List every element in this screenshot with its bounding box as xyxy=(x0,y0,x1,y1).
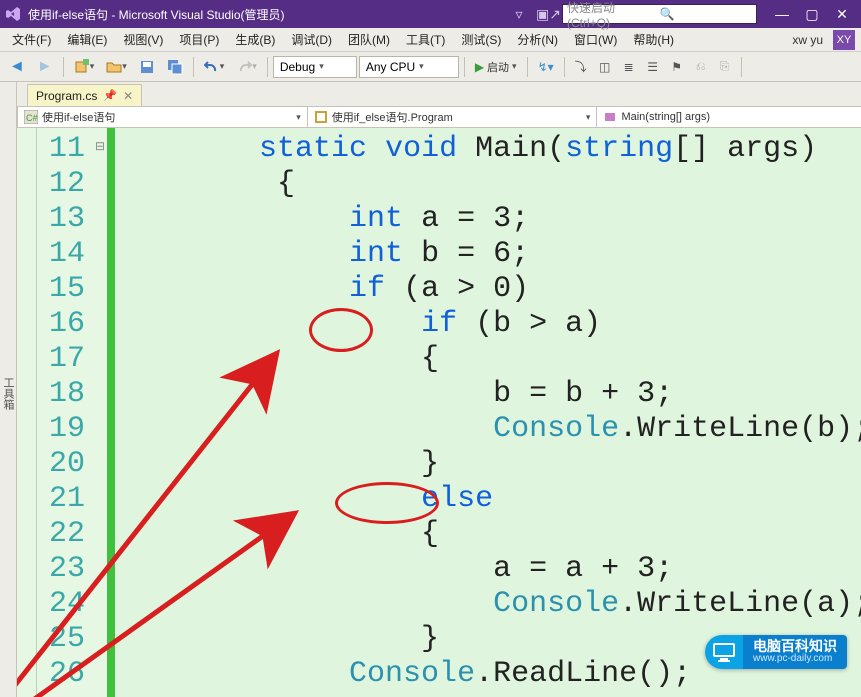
quick-launch-input[interactable]: 快速启动 (Ctrl+Q) 🔍 xyxy=(562,4,757,24)
code-editor[interactable]: 11121314151617181920212223242526 ⊟ stati… xyxy=(17,128,861,697)
menu-item[interactable]: 工具(T) xyxy=(400,29,451,50)
svg-text:C#: C# xyxy=(26,113,38,123)
start-debug-button[interactable]: ▶ 启动 ▾ xyxy=(470,56,522,78)
tab-label: Program.cs xyxy=(36,89,97,103)
solution-config-value: Debug xyxy=(280,60,315,74)
solution-platform-value: Any CPU xyxy=(366,60,415,74)
menu-bar: 文件(F)编辑(E)视图(V)项目(P)生成(B)调试(D)团队(M)工具(T)… xyxy=(0,28,861,52)
menu-item[interactable]: 编辑(E) xyxy=(61,29,113,50)
menu-item[interactable]: 调试(D) xyxy=(285,29,338,50)
nav-scope-value: 使用if-else语句 xyxy=(42,109,115,125)
nav-forward-button: ► xyxy=(32,56,58,78)
open-file-button[interactable]: ▾ xyxy=(101,56,132,78)
feedback-icon[interactable]: ▣↗ xyxy=(536,6,554,23)
menu-item[interactable]: 分析(N) xyxy=(511,29,564,50)
undo-button[interactable]: ▾ xyxy=(199,56,230,78)
vs-logo-icon xyxy=(4,5,22,23)
window-title: 使用if-else语句 - Microsoft Visual Studio(管理… xyxy=(28,6,285,23)
user-badge[interactable]: XY xyxy=(833,30,855,50)
nav-scope-combo[interactable]: C# 使用if-else语句 ▾ xyxy=(18,107,308,127)
standard-toolbar: ◄ ► ▾ ▾ ▾ ▾ Debug ▾ Any CPU ▾ ▶ 启动 ▾ ↯▾ … xyxy=(0,52,861,82)
editor-margin xyxy=(17,128,37,697)
comment-icon[interactable]: ◫ xyxy=(594,56,616,78)
menu-item[interactable]: 窗口(W) xyxy=(568,29,623,50)
document-tabs: Program.cs 📌 ✕ ▾ xyxy=(17,82,861,106)
menu-item[interactable]: 文件(F) xyxy=(6,29,57,50)
solution-platform-combo[interactable]: Any CPU ▾ xyxy=(359,56,459,78)
title-bar: 使用if-else语句 - Microsoft Visual Studio(管理… xyxy=(0,0,861,28)
csharp-project-icon: C# xyxy=(24,110,38,124)
watermark-url: www.pc-daily.com xyxy=(753,653,837,665)
menu-item[interactable]: 团队(M) xyxy=(342,29,396,50)
minimize-button[interactable]: — xyxy=(767,2,797,26)
tab-close-icon[interactable]: ✕ xyxy=(123,89,133,103)
nav-back-button[interactable]: ◄ xyxy=(4,56,30,78)
watermark-badge: 电脑百科知识 www.pc-daily.com xyxy=(705,635,847,669)
redo-button: ▾ xyxy=(231,56,262,78)
method-icon xyxy=(603,110,617,124)
line-numbers: 11121314151617181920212223242526 xyxy=(37,128,93,697)
menu-item[interactable]: 帮助(H) xyxy=(627,29,680,50)
step-into-icon[interactable]: ⤵ xyxy=(570,56,592,78)
search-icon[interactable]: 🔍 xyxy=(660,7,753,21)
code-text[interactable]: static void Main(string[] args) { int a … xyxy=(115,128,861,697)
outline-column[interactable]: ⊟ xyxy=(93,128,107,697)
menu-item[interactable]: 生成(B) xyxy=(229,29,281,50)
navigation-bar: C# 使用if-else语句 ▾ 使用if_else语句.Program ▾ M… xyxy=(17,106,861,128)
watermark-monitor-icon xyxy=(705,635,743,669)
close-button[interactable]: ✕ xyxy=(827,2,857,26)
bookmark-icon[interactable]: ☰ xyxy=(642,56,664,78)
uncomment-icon[interactable]: ≣ xyxy=(618,56,640,78)
save-all-button[interactable] xyxy=(162,56,188,78)
toolbox-rail[interactable]: 工具箱 xyxy=(0,82,17,697)
tool1-icon: ⎌ xyxy=(690,56,712,78)
nav-class-value: 使用if_else语句.Program xyxy=(332,109,453,125)
nav-member-value: Main(string[] args) xyxy=(621,111,710,123)
nav-class-combo[interactable]: 使用if_else语句.Program ▾ xyxy=(308,107,598,127)
menu-item[interactable]: 测试(S) xyxy=(455,29,507,50)
class-icon xyxy=(314,110,328,124)
new-project-button[interactable]: ▾ xyxy=(69,56,100,78)
nav-member-combo[interactable]: Main(string[] args) ▾ xyxy=(597,107,861,127)
notifications-icon[interactable]: ▿ xyxy=(510,6,528,23)
maximize-button[interactable]: ▢ xyxy=(797,2,827,26)
signed-in-user[interactable]: xw yu xyxy=(786,33,829,47)
watermark-title: 电脑百科知识 xyxy=(753,639,837,653)
tool2-icon: ⎘ xyxy=(714,56,736,78)
menu-item[interactable]: 视图(V) xyxy=(117,29,169,50)
menu-item[interactable]: 项目(P) xyxy=(173,29,225,50)
play-icon: ▶ xyxy=(475,60,484,74)
save-button[interactable] xyxy=(134,56,160,78)
tab-program-cs[interactable]: Program.cs 📌 ✕ xyxy=(27,84,142,106)
solution-config-combo[interactable]: Debug ▾ xyxy=(273,56,357,78)
start-debug-label: 启动 xyxy=(487,59,509,75)
browser-link-button[interactable]: ↯▾ xyxy=(533,56,559,78)
pin-icon[interactable]: 📌 xyxy=(103,89,117,102)
change-bar xyxy=(107,128,115,697)
flag-icon[interactable]: ⚑ xyxy=(666,56,688,78)
quick-launch-placeholder: 快速启动 (Ctrl+Q) xyxy=(567,0,660,30)
